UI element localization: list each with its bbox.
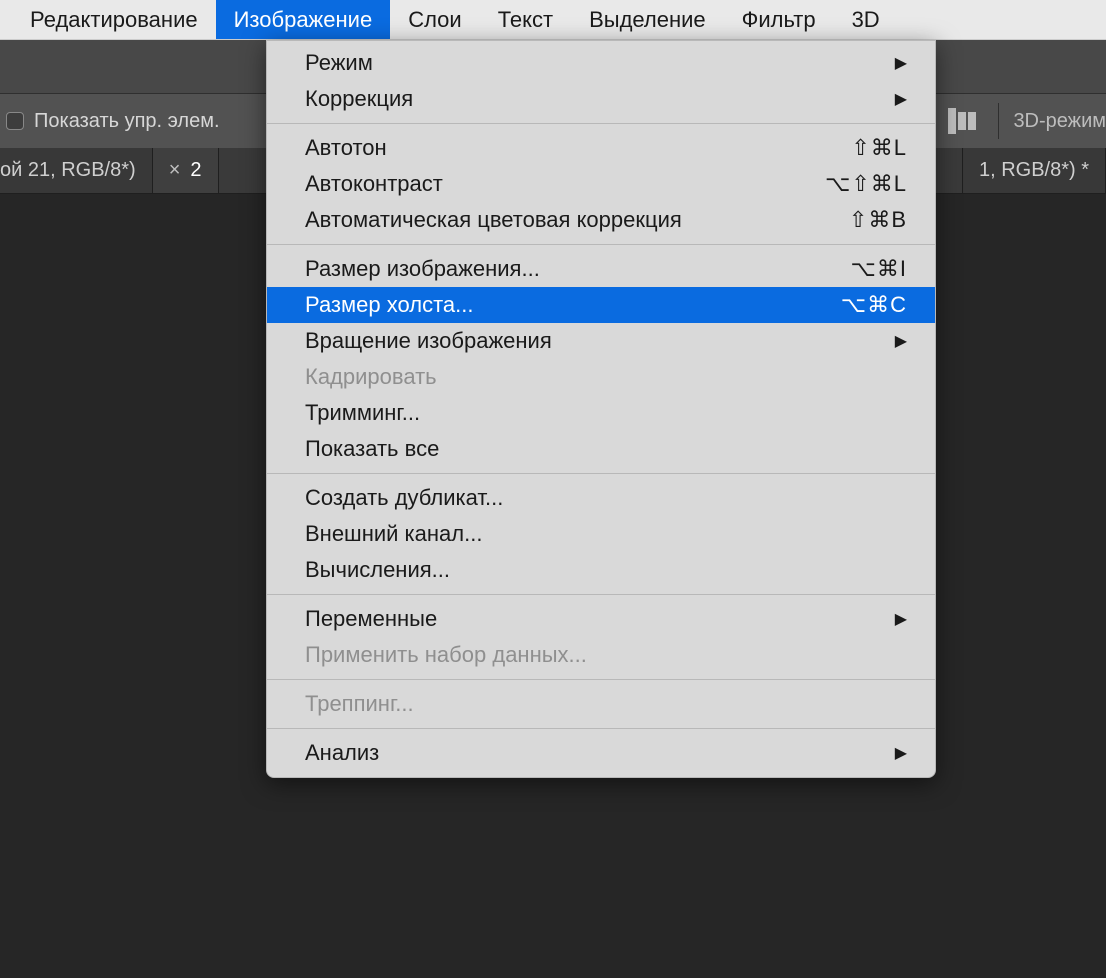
menu-item-image-rotation[interactable]: Вращение изображения ▶: [267, 323, 935, 359]
menu-item-auto-tone[interactable]: Автотон ⇧⌘L: [267, 130, 935, 166]
menu-item-label: Кадрировать: [305, 364, 907, 390]
menu-item-label: Вращение изображения: [305, 328, 883, 354]
menubar-label: Редактирование: [30, 7, 198, 33]
menu-item-shortcut: ⌥⌘I: [817, 256, 907, 282]
menubar-label: Фильтр: [742, 7, 816, 33]
menu-item-shortcut: ⌥⇧⌘L: [817, 171, 907, 197]
show-controls-option[interactable]: Показать упр. элем.: [0, 110, 220, 133]
menubar-label: Выделение: [589, 7, 706, 33]
menu-item-shortcut: ⇧⌘L: [817, 135, 907, 161]
submenu-arrow-icon: ▶: [895, 609, 907, 629]
menu-item-adjustments[interactable]: Коррекция ▶: [267, 81, 935, 117]
menubar-label: Слои: [408, 7, 462, 33]
menu-item-trim[interactable]: Тримминг...: [267, 395, 935, 431]
document-tab[interactable]: × 2: [153, 148, 219, 193]
menu-item-shortcut: ⌥⌘C: [817, 292, 907, 318]
menubar-item-edit[interactable]: Редактирование: [0, 0, 216, 39]
menubar: Редактирование Изображение Слои Текст Вы…: [0, 0, 1106, 40]
submenu-arrow-icon: ▶: [895, 53, 907, 73]
menu-separator: [267, 123, 935, 124]
menu-item-auto-contrast[interactable]: Автоконтраст ⌥⇧⌘L: [267, 166, 935, 202]
show-controls-label: Показать упр. элем.: [34, 110, 220, 133]
menu-item-label: Автоконтраст: [305, 171, 817, 197]
menu-separator: [267, 679, 935, 680]
document-tab[interactable]: ой 21, RGB/8*): [0, 148, 153, 193]
menu-item-label: Автоматическая цветовая коррекция: [305, 207, 817, 233]
document-tab[interactable]: 1, RGB/8*) *: [962, 148, 1106, 193]
menu-item-label: Размер изображения...: [305, 256, 817, 282]
close-icon[interactable]: ×: [169, 159, 181, 182]
options-bar-right: 3D-режим: [948, 94, 1106, 148]
menu-item-label: Вычисления...: [305, 557, 907, 583]
menu-item-label: Применить набор данных...: [305, 642, 907, 668]
menu-item-label: Треппинг...: [305, 691, 907, 717]
menubar-item-image[interactable]: Изображение: [216, 0, 391, 39]
menu-item-calculations[interactable]: Вычисления...: [267, 552, 935, 588]
menu-separator: [267, 244, 935, 245]
menu-item-label: Переменные: [305, 606, 883, 632]
document-tab-label: 2: [190, 159, 201, 182]
menu-item-label: Анализ: [305, 740, 883, 766]
mode-3d-label[interactable]: 3D-режим: [1013, 110, 1106, 133]
menu-item-canvas-size[interactable]: Размер холста... ⌥⌘C: [267, 287, 935, 323]
menu-item-mode[interactable]: Режим ▶: [267, 45, 935, 81]
menu-item-image-size[interactable]: Размер изображения... ⌥⌘I: [267, 251, 935, 287]
menu-separator: [267, 473, 935, 474]
menu-item-apply-image[interactable]: Внешний канал...: [267, 516, 935, 552]
menubar-item-selection[interactable]: Выделение: [571, 0, 724, 39]
menu-item-label: Размер холста...: [305, 292, 817, 318]
menu-item-variables[interactable]: Переменные ▶: [267, 601, 935, 637]
menu-item-label: Режим: [305, 50, 883, 76]
submenu-arrow-icon: ▶: [895, 743, 907, 763]
menu-separator: [267, 594, 935, 595]
menu-item-label: Автотон: [305, 135, 817, 161]
divider: [998, 103, 999, 139]
image-menu-dropdown: Режим ▶ Коррекция ▶ Автотон ⇧⌘L Автоконт…: [266, 40, 936, 778]
menu-item-crop: Кадрировать: [267, 359, 935, 395]
menubar-item-3d[interactable]: 3D: [834, 0, 898, 39]
menu-item-reveal-all[interactable]: Показать все: [267, 431, 935, 467]
menubar-label: Изображение: [234, 7, 373, 33]
menubar-item-filter[interactable]: Фильтр: [724, 0, 834, 39]
menubar-label: 3D: [852, 7, 880, 33]
menu-separator: [267, 728, 935, 729]
menu-item-label: Тримминг...: [305, 400, 907, 426]
menu-item-trap: Треппинг...: [267, 686, 935, 722]
submenu-arrow-icon: ▶: [895, 89, 907, 109]
menu-item-apply-data-set: Применить набор данных...: [267, 637, 935, 673]
menubar-label: Текст: [498, 7, 553, 33]
menu-item-analysis[interactable]: Анализ ▶: [267, 735, 935, 771]
menu-item-label: Показать все: [305, 436, 907, 462]
menu-item-label: Создать дубликат...: [305, 485, 907, 511]
menu-item-label: Коррекция: [305, 86, 883, 112]
menu-item-shortcut: ⇧⌘B: [817, 207, 907, 233]
menu-item-auto-color[interactable]: Автоматическая цветовая коррекция ⇧⌘B: [267, 202, 935, 238]
document-tab-label: ой 21, RGB/8*): [0, 159, 136, 182]
menubar-item-text[interactable]: Текст: [480, 0, 571, 39]
document-tab-label: 1, RGB/8*) *: [979, 159, 1089, 182]
submenu-arrow-icon: ▶: [895, 331, 907, 351]
menubar-item-layers[interactable]: Слои: [390, 0, 480, 39]
view-grid-icon[interactable]: [948, 108, 978, 134]
menu-item-label: Внешний канал...: [305, 521, 907, 547]
checkbox-icon[interactable]: [6, 112, 24, 130]
menu-item-duplicate[interactable]: Создать дубликат...: [267, 480, 935, 516]
